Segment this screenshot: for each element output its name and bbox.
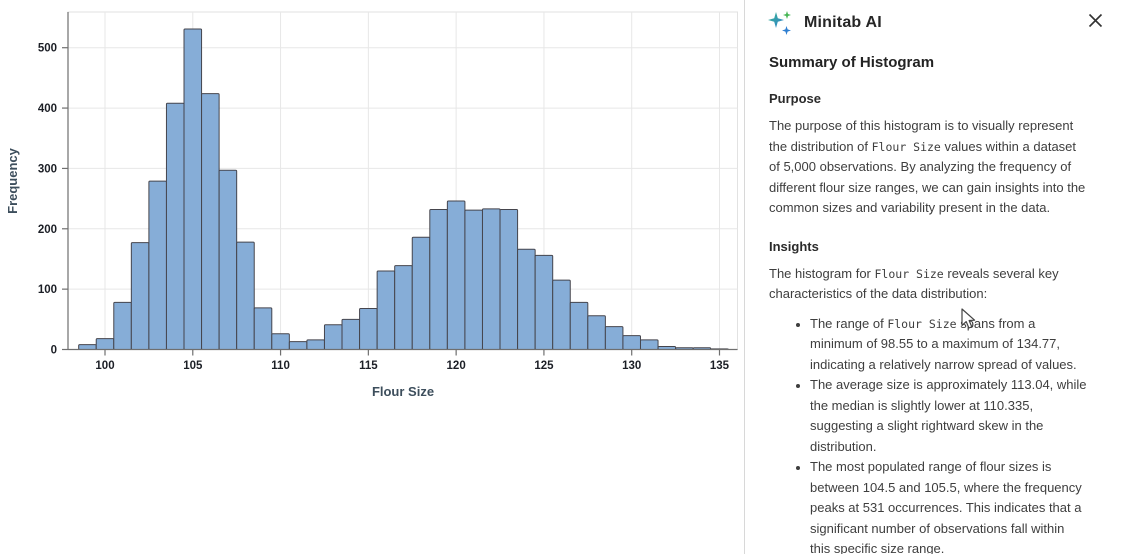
histogram-bar[interactable] (95, 338, 115, 351)
x-tick-label: 115 (359, 360, 378, 372)
histogram-bar[interactable] (552, 279, 571, 350)
y-tick-label: 200 (38, 224, 57, 236)
y-tick-label: 400 (38, 103, 57, 115)
x-tick-label: 130 (622, 360, 641, 372)
histogram-bar[interactable] (464, 209, 483, 350)
insights-list: The range of Flour Size spans from amini… (769, 314, 1105, 554)
app-window: 100 105 110 115 120 125 130 135 0 100 200 300 400 500… (0, 0, 1124, 554)
histogram-bar[interactable] (148, 180, 167, 350)
insight-item-average: The average size is approximately 113.04… (810, 375, 1105, 457)
y-tick-label: 100 (38, 284, 57, 296)
histogram-bar[interactable] (271, 333, 290, 351)
histogram-bar[interactable] (569, 301, 589, 350)
histogram-bar[interactable] (411, 236, 431, 350)
histogram-bar[interactable] (446, 200, 466, 350)
insights-heading: Insights (769, 238, 819, 254)
histogram-bar[interactable] (534, 254, 554, 350)
close-button[interactable] (1084, 9, 1106, 31)
histogram-bar[interactable] (499, 208, 519, 350)
summary-heading: Summary of Histogram (769, 54, 935, 71)
panel-title: Minitab AI (804, 14, 882, 31)
histogram-bar[interactable] (130, 242, 150, 350)
histogram-bar[interactable] (253, 307, 273, 350)
x-tick-label: 105 (183, 360, 203, 372)
histogram-bar[interactable] (236, 241, 255, 351)
histogram-bar[interactable] (306, 339, 325, 350)
close-icon (1088, 13, 1102, 27)
x-tick-label: 120 (447, 360, 466, 372)
histogram-bar[interactable] (429, 208, 448, 350)
panel-header: Minitab AI (767, 8, 1106, 38)
histogram-bar[interactable] (323, 324, 343, 351)
insights-intro: The histogram for Flour Size reveals sev… (769, 265, 1059, 302)
insight-item-range: The range of Flour Size spans from amini… (810, 314, 1105, 376)
histogram-bar[interactable] (604, 326, 624, 350)
histogram-chart-region[interactable]: 100 105 110 115 120 125 130 135 0 100 200 300 400 500… (0, 0, 744, 554)
histogram-bar[interactable] (183, 28, 203, 350)
x-tick-label: 110 (271, 360, 290, 372)
histogram-bar[interactable] (218, 169, 238, 350)
histogram-bar[interactable] (622, 335, 641, 350)
histogram-bar[interactable] (78, 344, 97, 351)
histogram-bar[interactable] (639, 339, 659, 350)
insight-item-peak: The most populated range of flour sizes … (810, 457, 1105, 554)
minitab-ai-panel: Minitab AI Summary of Histogram Purpose … (745, 0, 1124, 554)
x-tick-label: 100 (95, 360, 114, 372)
x-tick-label: 125 (534, 360, 554, 372)
histogram-bar[interactable] (359, 307, 378, 351)
histogram-bar[interactable] (587, 315, 606, 350)
histogram-bar[interactable] (113, 301, 132, 350)
x-axis-title: Flour Size (372, 384, 434, 399)
panel-body[interactable]: Summary of Histogram Purpose The purpose… (745, 54, 1124, 554)
histogram-bar[interactable] (201, 93, 220, 350)
y-tick-label: 300 (38, 163, 57, 175)
histogram-chart[interactable]: 100 105 110 115 120 125 130 135 0 100 200 300 400 500… (0, 0, 744, 420)
histogram-bar[interactable] (481, 208, 501, 350)
y-tick-label: 0 (51, 345, 57, 357)
x-tick-label: 135 (710, 360, 730, 372)
histogram-bar[interactable] (165, 102, 185, 350)
y-tick-label: 500 (38, 43, 57, 55)
histogram-bar[interactable] (341, 318, 361, 351)
histogram-bar[interactable] (394, 265, 413, 350)
histogram-bar[interactable] (517, 248, 536, 350)
sparkle-icon (768, 11, 791, 35)
y-axis-title: Frequency (5, 147, 20, 214)
purpose-heading: Purpose (769, 91, 822, 106)
histogram-bar[interactable] (288, 341, 308, 351)
purpose-text: The purpose of this histogram is to visu… (769, 118, 1086, 215)
histogram-bar[interactable] (376, 270, 396, 350)
